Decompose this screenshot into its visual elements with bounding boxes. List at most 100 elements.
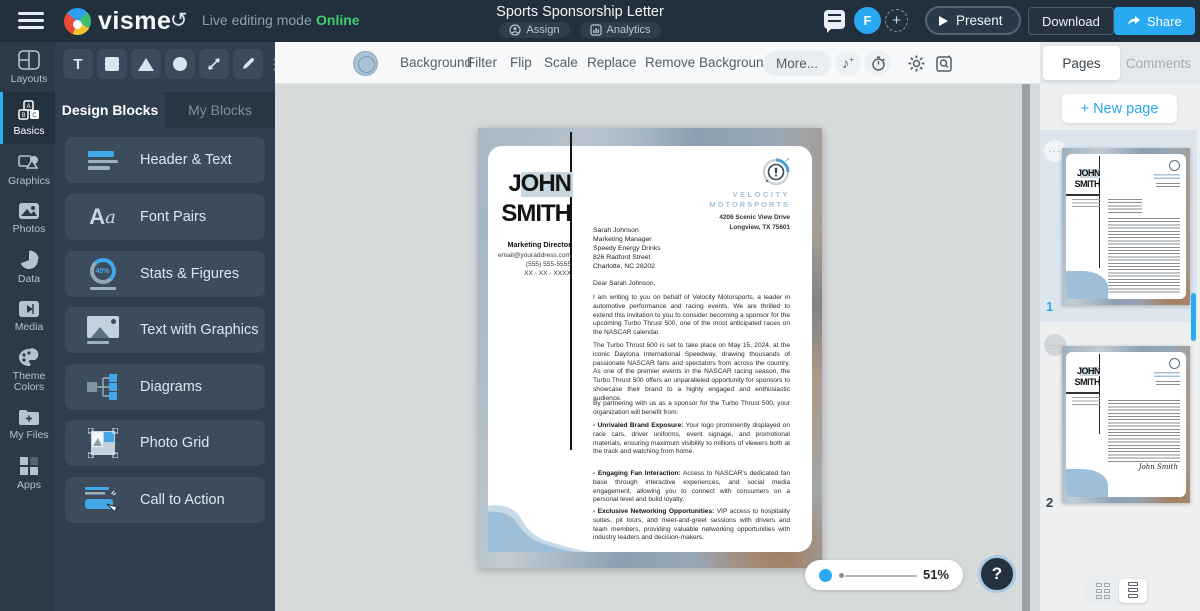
svg-text:A: A — [26, 104, 30, 110]
download-button[interactable]: Download — [1028, 7, 1114, 35]
sidebar-item-apps[interactable]: Apps — [0, 448, 55, 498]
menu-icon[interactable] — [18, 12, 44, 30]
line-tool-button[interactable] — [199, 49, 229, 79]
tab-comments[interactable]: Comments — [1120, 46, 1197, 80]
replace-button[interactable]: Replace — [587, 55, 637, 70]
grid-view-icon — [1096, 583, 1110, 599]
block-label: Photo Grid — [140, 435, 210, 451]
document-title[interactable]: Sports Sponsorship Letter — [430, 4, 730, 20]
list-view-button[interactable] — [1119, 579, 1147, 603]
undo-icon[interactable]: ↺ — [170, 8, 188, 33]
letter-paragraph-2[interactable]: The Turbo Thrust 500 is set to take plac… — [593, 342, 790, 404]
zoom-slider-handle[interactable] — [819, 569, 832, 582]
remove-background-button[interactable]: Remove Background — [645, 55, 771, 70]
background-button[interactable]: Background — [400, 55, 472, 70]
live-editing-mode-label: Live editing mode — [202, 12, 312, 28]
recipient-city[interactable]: Charlotte, NC 28202 — [593, 263, 713, 270]
flip-button[interactable]: Flip — [510, 55, 532, 70]
letter-bullet-1[interactable]: - Unrivaled Brand Exposure: Your logo pr… — [593, 422, 790, 457]
sidebar-item-theme-colors[interactable]: Theme Colors — [0, 340, 55, 400]
sidebar-item-graphics[interactable]: Graphics — [0, 144, 55, 194]
sidebar-item-media[interactable]: Media — [0, 292, 55, 340]
text-tool-button[interactable]: T — [63, 49, 93, 79]
thumb-logo-icon — [1169, 160, 1180, 171]
recipient-role[interactable]: Marketing Manager — [593, 236, 713, 243]
tab-design-blocks[interactable]: Design Blocks — [55, 92, 165, 128]
help-button[interactable]: ? — [978, 555, 1016, 593]
assign-button[interactable]: Assign — [499, 22, 570, 38]
font-pairs-icon: Aa — [89, 204, 116, 229]
canvas[interactable]: JOHN SMITH Marketing Director email@your… — [275, 84, 1040, 611]
block-header-text[interactable]: Header & Text — [65, 137, 265, 183]
sidebar-item-my-files[interactable]: My Files — [0, 400, 55, 448]
comment-icon[interactable] — [824, 10, 845, 33]
settings-button[interactable] — [903, 50, 929, 76]
company-name-line2[interactable]: MOTORSPORTS — [690, 200, 790, 209]
grid-view-button[interactable] — [1089, 579, 1117, 603]
thumb-address-lines — [1156, 183, 1180, 189]
analytics-button[interactable]: Analytics — [579, 22, 661, 38]
block-diagrams[interactable]: Diagrams — [65, 364, 265, 410]
salutation[interactable]: Dear Sarah Johnson, — [593, 280, 790, 289]
sender-phone[interactable]: (555) 555-5555 — [478, 261, 571, 268]
circle-shape-button[interactable] — [165, 49, 195, 79]
letter-page[interactable]: JOHN SMITH Marketing Director email@your… — [478, 128, 822, 568]
share-icon — [1128, 16, 1140, 25]
thumb-contact-lines — [1072, 397, 1100, 407]
recipient-name[interactable]: Sarah Johnson — [593, 227, 713, 234]
square-icon — [105, 57, 119, 71]
sidebar-item-data[interactable]: Data — [0, 242, 55, 292]
canvas-scrollbar[interactable] — [1022, 84, 1030, 611]
share-button[interactable]: Share — [1114, 7, 1195, 35]
sidebar-item-basics[interactable]: AB C Basics — [0, 92, 55, 144]
find-button[interactable] — [931, 50, 957, 76]
background-swatch-icon[interactable] — [353, 51, 378, 76]
photo-grid-icon — [65, 428, 140, 458]
sender-email[interactable]: email@youraddress.com — [478, 252, 571, 259]
top-bar: visme ↺ Live editing mode Online Sports … — [0, 0, 1200, 42]
tab-my-blocks[interactable]: My Blocks — [165, 92, 275, 128]
visme-logo[interactable]: visme — [64, 7, 171, 36]
avatar[interactable]: F — [854, 7, 881, 34]
tab-pages[interactable]: Pages — [1043, 46, 1120, 80]
letter-paragraph-3[interactable]: By partnering with us as a sponsor for t… — [593, 400, 790, 418]
title-actions: Assign Analytics — [430, 22, 730, 38]
sender-last-name[interactable]: SMITH — [478, 200, 572, 228]
zoom-level[interactable]: 51% — [923, 567, 949, 582]
filter-button[interactable]: Filter — [467, 55, 497, 70]
timer-button[interactable] — [865, 50, 891, 76]
sidebar-item-layouts[interactable]: Layouts — [0, 42, 55, 92]
sender-first-name[interactable]: JOHN — [478, 170, 572, 198]
sender-role[interactable]: Marketing Director — [478, 240, 571, 249]
block-font-pairs[interactable]: Aa Font Pairs — [65, 194, 265, 240]
company-logo-icon[interactable] — [762, 158, 790, 186]
scale-button[interactable]: Scale — [544, 55, 578, 70]
thumb-first-name: JOHN — [1076, 366, 1101, 376]
recipient-company[interactable]: Speedy Energy Drinks — [593, 245, 713, 252]
page-thumbnail-1[interactable]: ··· JOHN SMITH 1 — [1040, 130, 1197, 341]
sender-fax[interactable]: XX - XX - XXXX — [478, 270, 571, 277]
zoom-slider-track[interactable] — [845, 575, 917, 577]
company-address-line1[interactable]: 4206 Scenic View Drive — [690, 214, 790, 221]
add-audio-button[interactable]: ♪ + — [835, 50, 861, 76]
letter-bullet-2[interactable]: - Engaging Fan Interaction: Access to NA… — [593, 470, 790, 505]
letter-bullet-3[interactable]: - Exclusive Networking Opportunities: VI… — [593, 508, 790, 543]
letter-paragraph-1[interactable]: I am writing to you on behalf of Velocit… — [593, 294, 790, 338]
sidebar-item-photos[interactable]: Photos — [0, 194, 55, 242]
company-name-line1[interactable]: VELOCITY — [690, 190, 790, 199]
block-stats-figures[interactable]: 40% Stats & Figures — [65, 251, 265, 297]
block-text-with-graphics[interactable]: Text with Graphics — [65, 307, 265, 353]
present-button[interactable]: Present — [925, 6, 1021, 35]
more-button[interactable]: More... — [763, 51, 832, 76]
block-call-to-action[interactable]: Call to Action — [65, 477, 265, 523]
square-shape-button[interactable] — [97, 49, 127, 79]
triangle-shape-button[interactable] — [131, 49, 161, 79]
new-page-button[interactable]: + New page — [1062, 94, 1177, 123]
add-member-button[interactable]: + — [885, 9, 908, 32]
page-thumbnail-2[interactable]: ··· JOHN SMITH John Smith 2 — [1040, 324, 1197, 540]
person-circle-icon — [509, 24, 522, 36]
recipient-street[interactable]: 826 Radford Street — [593, 254, 713, 261]
page-number: 1 — [1046, 299, 1054, 314]
pen-tool-button[interactable] — [233, 49, 263, 79]
block-photo-grid[interactable]: Photo Grid — [65, 420, 265, 466]
